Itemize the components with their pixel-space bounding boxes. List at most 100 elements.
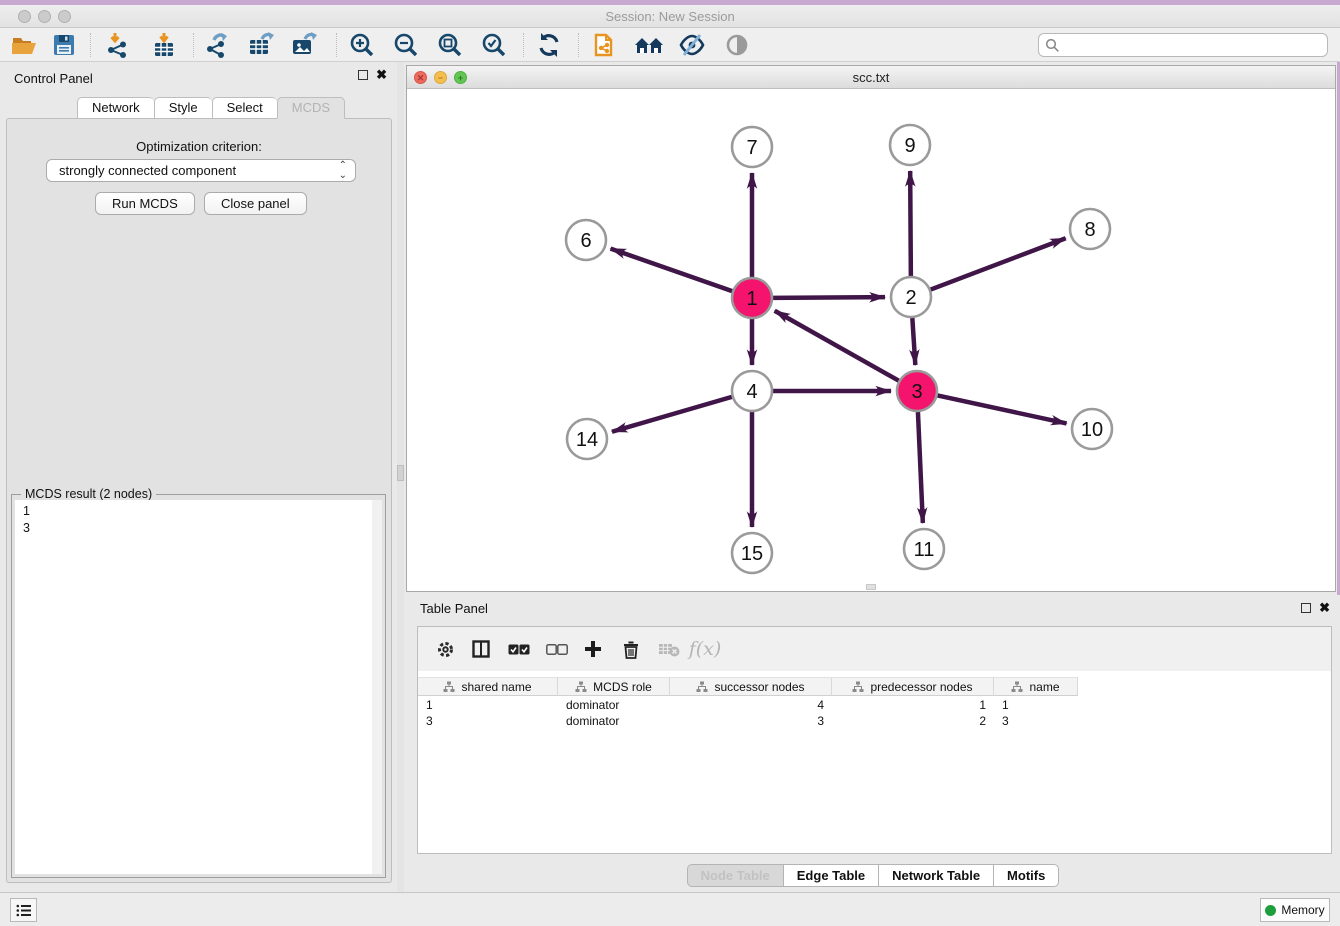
hide-view-icon[interactable] bbox=[674, 31, 710, 59]
task-history-button[interactable] bbox=[10, 898, 37, 922]
mcds-result-list[interactable]: 13 bbox=[15, 500, 372, 874]
select-all-icon[interactable] bbox=[504, 635, 534, 663]
edge-3-10[interactable] bbox=[938, 395, 1067, 423]
refresh-view-icon[interactable] bbox=[531, 31, 567, 59]
graph-node-label-9: 9 bbox=[904, 135, 915, 157]
table-cell[interactable]: 4 bbox=[670, 697, 832, 713]
run-mcds-button[interactable]: Run MCDS bbox=[95, 192, 195, 215]
tab-node-table[interactable]: Node Table bbox=[687, 864, 783, 887]
mcds-panel: Optimization criterion: strongly connect… bbox=[6, 118, 392, 883]
table-toolbar: f(x) bbox=[418, 627, 1331, 671]
tab-network[interactable]: Network bbox=[77, 97, 154, 119]
show-columns-icon[interactable] bbox=[466, 635, 496, 663]
network-window-title: scc.txt bbox=[407, 70, 1335, 85]
toolbar-separator bbox=[523, 33, 524, 57]
search-input[interactable] bbox=[1060, 38, 1327, 52]
toolbar-separator bbox=[193, 33, 194, 57]
optimization-label: Optimization criterion: bbox=[7, 139, 391, 154]
delete-table-icon[interactable] bbox=[654, 635, 684, 663]
result-item: 3 bbox=[23, 520, 372, 537]
deselect-all-icon[interactable] bbox=[542, 635, 572, 663]
edge-2-9[interactable] bbox=[910, 171, 911, 276]
zoom-out-icon[interactable] bbox=[388, 31, 424, 59]
open-session-icon[interactable] bbox=[6, 31, 42, 59]
export-image-icon[interactable] bbox=[287, 31, 323, 59]
tab-edge-table[interactable]: Edge Table bbox=[783, 864, 878, 887]
result-scrollbar[interactable] bbox=[372, 500, 382, 874]
panel-splitter[interactable] bbox=[397, 62, 404, 892]
edge-2-8[interactable] bbox=[931, 238, 1066, 289]
table-row[interactable]: 1dominator411 bbox=[418, 697, 1078, 713]
edge-3-1[interactable] bbox=[775, 311, 899, 381]
table-cell[interactable]: dominator bbox=[558, 697, 670, 713]
graph-node-label-8: 8 bbox=[1084, 219, 1095, 241]
export-network-icon[interactable] bbox=[200, 31, 236, 59]
table-row[interactable]: 3dominator323 bbox=[418, 713, 1078, 729]
import-network-icon[interactable] bbox=[100, 31, 136, 59]
edge-4-14[interactable] bbox=[612, 397, 732, 432]
add-column-icon[interactable] bbox=[578, 635, 608, 663]
column-header-MCDS-role[interactable]: MCDS role bbox=[558, 677, 670, 696]
mcds-result-groupbox: MCDS result (2 nodes) 13 bbox=[11, 494, 386, 878]
table-cell[interactable]: 1 bbox=[994, 697, 1078, 713]
tab-mcds[interactable]: MCDS bbox=[277, 97, 345, 119]
zoom-fit-icon[interactable] bbox=[432, 31, 468, 59]
network-splitter-handle[interactable] bbox=[866, 584, 876, 590]
import-table-icon[interactable] bbox=[146, 31, 182, 59]
edge-3-11[interactable] bbox=[918, 412, 923, 523]
graph-node-label-4: 4 bbox=[746, 381, 757, 403]
float-panel-icon[interactable] bbox=[358, 70, 368, 80]
graph-node-label-3: 3 bbox=[911, 381, 922, 403]
graph-node-label-11: 11 bbox=[914, 539, 935, 561]
table-cell[interactable]: dominator bbox=[558, 713, 670, 729]
table-cell[interactable]: 1 bbox=[418, 697, 558, 713]
graph-node-label-10: 10 bbox=[1081, 419, 1103, 441]
zoom-in-icon[interactable] bbox=[344, 31, 380, 59]
criterion-select[interactable]: strongly connected component ⌃⌄ bbox=[46, 159, 356, 182]
column-header-shared-name[interactable]: shared name bbox=[418, 677, 558, 696]
tab-network-table[interactable]: Network Table bbox=[878, 864, 993, 887]
clone-network-icon[interactable] bbox=[587, 31, 623, 59]
home-networks-icon[interactable] bbox=[631, 31, 667, 59]
column-header-predecessor-nodes[interactable]: predecessor nodes bbox=[832, 677, 994, 696]
close-table-panel-icon[interactable]: ✖ bbox=[1319, 603, 1330, 613]
graph-node-label-6: 6 bbox=[580, 230, 591, 252]
edge-2-3[interactable] bbox=[912, 318, 915, 365]
column-header-name[interactable]: name bbox=[994, 677, 1078, 696]
search-icon bbox=[1045, 38, 1060, 53]
graph-node-label-1: 1 bbox=[746, 288, 757, 310]
float-table-panel-icon[interactable] bbox=[1301, 603, 1311, 613]
toolbar-search[interactable] bbox=[1038, 33, 1328, 57]
tab-select[interactable]: Select bbox=[212, 97, 277, 119]
edge-1-2[interactable] bbox=[773, 297, 885, 298]
splitter-handle[interactable] bbox=[397, 465, 404, 481]
network-view-window: ✕ − + scc.txt 7968124314101511 bbox=[406, 65, 1336, 592]
tab-style[interactable]: Style bbox=[154, 97, 212, 119]
table-cell[interactable]: 3 bbox=[670, 713, 832, 729]
table-cell[interactable]: 2 bbox=[832, 713, 994, 729]
disabled-eye-icon[interactable] bbox=[719, 31, 755, 59]
network-graph[interactable]: 7968124314101511 bbox=[408, 90, 1336, 592]
memory-button[interactable]: Memory bbox=[1260, 898, 1330, 922]
table-cell[interactable]: 1 bbox=[832, 697, 994, 713]
column-header-successor-nodes[interactable]: successor nodes bbox=[670, 677, 832, 696]
table-settings-gear-icon[interactable] bbox=[430, 635, 460, 663]
close-panel-button[interactable]: Close panel bbox=[204, 192, 307, 215]
network-window-titlebar[interactable]: ✕ − + scc.txt bbox=[407, 66, 1335, 89]
titlebar[interactable]: Session: New Session bbox=[0, 5, 1340, 28]
save-session-icon[interactable] bbox=[46, 31, 82, 59]
export-table-icon[interactable] bbox=[244, 31, 280, 59]
table-header-row: shared nameMCDS rolesuccessor nodesprede… bbox=[418, 677, 1078, 696]
zoom-selected-icon[interactable] bbox=[476, 31, 512, 59]
graph-node-label-7: 7 bbox=[746, 137, 757, 159]
close-panel-icon[interactable]: ✖ bbox=[376, 70, 387, 80]
fx-label: f(x) bbox=[689, 638, 722, 660]
function-builder-button[interactable]: f(x) bbox=[690, 635, 720, 663]
toolbar-separator bbox=[90, 33, 91, 57]
table-cell[interactable]: 3 bbox=[418, 713, 558, 729]
tab-motifs[interactable]: Motifs bbox=[993, 864, 1059, 887]
table-cell[interactable]: 3 bbox=[994, 713, 1078, 729]
application-window: Session: New Session bbox=[0, 0, 1340, 926]
delete-column-trash-icon[interactable] bbox=[616, 635, 646, 663]
edge-1-6[interactable] bbox=[611, 249, 733, 291]
